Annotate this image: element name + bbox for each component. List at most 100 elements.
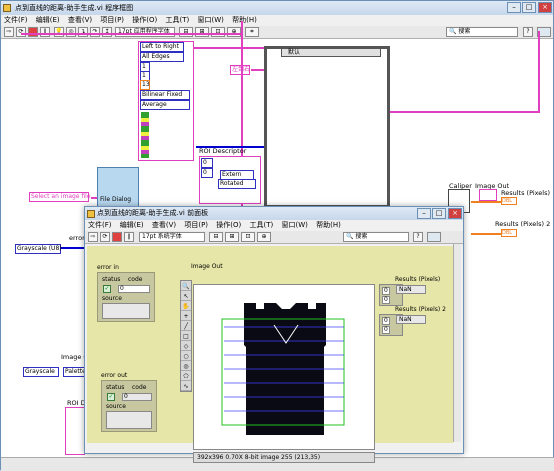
menu-edit[interactable]: 编辑(E) xyxy=(36,16,60,24)
help-icon[interactable]: ? xyxy=(523,27,533,37)
code-input[interactable]: 0 xyxy=(118,285,150,293)
menu-window[interactable]: 窗口(W) xyxy=(197,16,223,24)
wire xyxy=(538,31,540,113)
zoom-icon[interactable]: 🔍 xyxy=(181,282,191,291)
results-terminal[interactable]: DBL xyxy=(501,197,517,205)
array-index[interactable]: 0 xyxy=(382,317,390,325)
step-into-icon[interactable]: ↴ xyxy=(78,27,88,37)
step-out-icon[interactable]: ↥ xyxy=(102,27,112,37)
results-value: NaN xyxy=(396,285,426,294)
case-selector[interactable]: 默认 xyxy=(281,48,381,57)
status-checkbox[interactable]: ✓ xyxy=(103,285,111,293)
maximize-button[interactable]: □ xyxy=(432,208,446,219)
source-field[interactable] xyxy=(102,303,150,319)
search-icon: 🔍 xyxy=(346,233,354,240)
menu-project[interactable]: 项目(P) xyxy=(184,221,208,229)
image-display[interactable] xyxy=(193,284,375,450)
image-tools-palette: 🔍 ↖ ✋ + ╱ □ ◇ ○ ◎ ⬠ ∿ xyxy=(180,280,192,392)
distribute-icon[interactable]: ⊞ xyxy=(195,27,209,37)
average-enum[interactable]: Average xyxy=(140,100,190,110)
minimize-button[interactable]: – xyxy=(507,2,521,13)
wire xyxy=(471,201,501,203)
menu-tools[interactable]: 工具(T) xyxy=(250,221,274,229)
array-index[interactable]: 0 xyxy=(382,296,390,304)
menu-file[interactable]: 文件(F) xyxy=(88,221,112,229)
step-over-icon[interactable]: ↷ xyxy=(90,27,100,37)
rect-icon[interactable]: □ xyxy=(181,332,191,341)
menu-view[interactable]: 查看(V) xyxy=(152,221,176,229)
pause-icon[interactable]: ∥ xyxy=(40,27,50,37)
line-icon[interactable]: ╱ xyxy=(181,322,191,331)
array-index[interactable]: 0 xyxy=(382,287,390,295)
minimize-button[interactable]: – xyxy=(417,208,431,219)
menu-view[interactable]: 查看(V) xyxy=(68,16,92,24)
align-icon[interactable]: ⊟ xyxy=(179,27,193,37)
grayscale-enum[interactable]: Grayscale xyxy=(23,367,59,377)
rotated-enum[interactable]: Rotated xyxy=(218,179,256,189)
run-arrow-icon[interactable]: ⇨ xyxy=(4,27,14,37)
menu-operate[interactable]: 操作(O) xyxy=(132,16,157,24)
block-diagram-titlebar[interactable]: 点到直线的距离-助手生成.vi 程序框图 – □ × xyxy=(1,1,553,15)
menu-tools[interactable]: 工具(T) xyxy=(166,16,190,24)
results2-terminal[interactable]: DBL xyxy=(501,229,517,237)
roi-index-1[interactable]: 0 xyxy=(201,158,213,168)
block-diagram-menubar: 文件(F) 编辑(E) 查看(V) 项目(P) 操作(O) 工具(T) 窗口(W… xyxy=(1,15,553,26)
search-input[interactable]: 🔍 搜索 xyxy=(446,27,518,37)
menu-file[interactable]: 文件(F) xyxy=(4,16,28,24)
close-button[interactable]: × xyxy=(538,2,552,13)
polygon-icon[interactable]: ⬠ xyxy=(181,372,191,381)
left-to-right-const[interactable]: 左到右 xyxy=(230,65,250,75)
array-index[interactable]: 0 xyxy=(382,326,390,334)
reorder-icon[interactable]: ⊕ xyxy=(257,232,271,242)
abort-icon[interactable] xyxy=(28,27,38,37)
code-indicator: 0 xyxy=(122,393,152,401)
error-out-label: error out xyxy=(101,372,128,379)
run-continuous-icon[interactable]: ⟳ xyxy=(16,27,26,37)
pointer-icon[interactable]: ↖ xyxy=(181,292,191,301)
search-input[interactable]: 🔍 搜索 xyxy=(343,232,409,242)
front-panel-toolbar: ⇨ ⟳ ∥ 17pt 系统字体 ⊟ ⊞ ⊡ ⊕ 🔍 搜索 ? xyxy=(85,231,463,244)
font-selector[interactable]: 17pt 系统字体 xyxy=(139,232,205,242)
pause-icon[interactable]: ∥ xyxy=(124,232,134,242)
grayscale-u8-enum[interactable]: Grayscale (U8) xyxy=(15,244,62,254)
interpolation-enum[interactable]: Bilinear Fixed xyxy=(140,90,190,100)
run-continuous-icon[interactable]: ⟳ xyxy=(100,232,110,242)
menu-edit[interactable]: 编辑(E) xyxy=(120,221,144,229)
align-icon[interactable]: ⊟ xyxy=(209,232,223,242)
roi-index-2[interactable]: 0 xyxy=(201,168,213,178)
select-image-prompt[interactable]: Select an image file... xyxy=(29,192,96,202)
help-icon[interactable]: ? xyxy=(413,232,423,242)
maximize-button[interactable]: □ xyxy=(522,2,536,13)
edge-enum[interactable]: All Edges xyxy=(140,52,184,62)
freehand-icon[interactable]: ∿ xyxy=(181,382,191,391)
menu-help[interactable]: 帮助(H) xyxy=(316,221,341,229)
file-dialog-express-vi[interactable]: File Dialog xyxy=(97,167,139,207)
font-selector[interactable]: 17pt 应用程序字体 xyxy=(115,27,175,37)
menu-project[interactable]: 项目(P) xyxy=(100,16,124,24)
vertical-scrollbar[interactable] xyxy=(453,244,461,442)
image-content xyxy=(194,285,374,449)
close-button[interactable]: × xyxy=(448,208,462,219)
front-panel-titlebar[interactable]: 点到直线的距离-助手生成.vi 前面板 – □ × xyxy=(85,207,463,220)
reorder-icon[interactable]: ⊕ xyxy=(227,27,241,37)
roi-cluster xyxy=(65,407,85,455)
menu-help[interactable]: 帮助(H) xyxy=(232,16,257,24)
menu-window[interactable]: 窗口(W) xyxy=(281,221,307,229)
run-arrow-icon[interactable]: ⇨ xyxy=(88,232,98,242)
pan-icon[interactable]: ✋ xyxy=(181,302,191,311)
oval-icon[interactable]: ○ xyxy=(181,352,191,361)
rotated-rect-icon[interactable]: ◇ xyxy=(181,342,191,351)
image-out-terminal[interactable] xyxy=(479,189,497,201)
retain-wire-icon[interactable]: ◎ xyxy=(66,27,76,37)
highlight-icon[interactable]: 💡 xyxy=(54,27,64,37)
annulus-icon[interactable]: ◎ xyxy=(181,362,191,371)
point-icon[interactable]: + xyxy=(181,312,191,321)
resize-icon[interactable]: ⊡ xyxy=(241,232,255,242)
cleanup-icon[interactable]: ⌗ xyxy=(245,27,259,37)
menu-operate[interactable]: 操作(O) xyxy=(216,221,241,229)
distribute-icon[interactable]: ⊞ xyxy=(225,232,239,242)
abort-icon[interactable] xyxy=(112,232,122,242)
direction-enum[interactable]: Left to Right xyxy=(140,42,184,52)
resize-icon[interactable]: ⊡ xyxy=(211,27,225,37)
num-const-3[interactable]: 13 xyxy=(140,80,150,90)
